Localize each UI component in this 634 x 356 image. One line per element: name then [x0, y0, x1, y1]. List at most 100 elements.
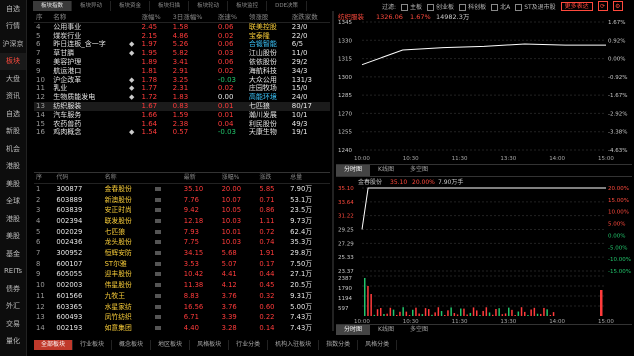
- nav-item-5[interactable]: 资讯: [0, 88, 26, 106]
- stock-col-3[interactable]: [152, 174, 169, 184]
- chart1-ytick: 1300: [338, 75, 352, 81]
- stock-row[interactable]: 1 300877 金春股份 35.10 20.00 5.85 7.90万: [34, 183, 330, 194]
- stock-row[interactable]: 2 603889 新澳股份 7.76 10.07 0.71 53.1万: [34, 195, 330, 206]
- nav-item-8[interactable]: 机会: [0, 140, 26, 158]
- filter-star[interactable]: 科创板: [459, 2, 486, 11]
- subtabs1-tab-1[interactable]: K线图: [370, 165, 402, 176]
- sector-row[interactable]: 9 航运港口 1.81 2.91 0.02 海航科技 34/3: [34, 67, 330, 76]
- stock-row[interactable]: 13 600493 凤竹纺织 6.71 3.39 0.22 7.43万: [34, 312, 330, 323]
- stock-row[interactable]: 4 002394 联发股份 12.18 10.03 1.11 9.73万: [34, 216, 330, 227]
- chart2-ytick: 29.25: [338, 228, 354, 234]
- nav-item-17[interactable]: 外汇: [0, 298, 26, 316]
- sector-col-1[interactable]: 名称: [51, 13, 127, 23]
- sector-row[interactable]: 12 生物质能发电 ◆ 1.72 1.83 0.00 高能环境 24/0: [34, 93, 330, 102]
- bottom-tab-4[interactable]: 风格板块: [190, 340, 230, 350]
- stock-row[interactable]: 7 300952 恒辉安防 34.15 5.68 1.91 29.8万: [34, 248, 330, 259]
- stock-row[interactable]: 9 605055 迎丰股份 10.42 4.41 0.44 27.1万: [34, 269, 330, 280]
- sector-col-4[interactable]: 3日涨幅%: [170, 13, 216, 23]
- sector-row[interactable]: 6 昨日连板_含一字 ◆ 1.97 5.26 0.06 合锻智能 6/5: [34, 40, 330, 49]
- bottom-tab-5[interactable]: 行业分类: [229, 340, 269, 350]
- filter-st[interactable]: ST及退市股: [515, 2, 556, 11]
- nav-item-12[interactable]: 港股: [0, 210, 26, 228]
- stock-pct: 10.01: [221, 227, 242, 236]
- top-tab-5[interactable]: 板块监控: [228, 1, 268, 11]
- stock-row[interactable]: 10 002003 伟星股份 11.38 4.12 0.45 20.5万: [34, 280, 330, 291]
- nav-item-7[interactable]: 新股: [0, 123, 26, 141]
- sector-row[interactable]: 11 乳业 ◆ 1.77 2.31 0.02 庄园牧场 15/0: [34, 84, 330, 93]
- nav-item-0[interactable]: 自选: [0, 0, 26, 18]
- refresh-icon[interactable]: ⟳: [597, 1, 608, 11]
- nav-item-6[interactable]: 自选: [0, 105, 26, 123]
- bottom-tab-7[interactable]: 指数分类: [319, 340, 359, 350]
- stock-row[interactable]: 14 002193 如意集团 4.40 3.28 0.14 7.43万: [34, 323, 330, 334]
- sector-col-0[interactable]: 序: [34, 13, 52, 23]
- bottom-tab-8[interactable]: 风格分类: [358, 340, 398, 350]
- nav-item-13[interactable]: 美股: [0, 228, 26, 246]
- nav-item-14[interactable]: 基金: [0, 245, 26, 263]
- more-button[interactable]: 更多表达: [560, 1, 593, 11]
- nav-item-18[interactable]: 交易: [0, 315, 26, 333]
- stock-row[interactable]: 3 603839 安正时尚 9.42 10.05 0.86 23.5万: [34, 205, 330, 216]
- top-tab-6[interactable]: DDE决策: [267, 1, 308, 11]
- filter-bj[interactable]: 北A: [491, 2, 510, 11]
- sector-col-2[interactable]: [126, 13, 140, 23]
- stock-col-2[interactable]: 名称: [102, 174, 153, 184]
- stock-col-8[interactable]: 涨跌: [257, 174, 289, 184]
- filter-main[interactable]: 主板: [401, 2, 422, 11]
- nav-item-9[interactable]: 港股: [0, 158, 26, 176]
- chart2-vol-bar: [386, 313, 388, 316]
- top-tab-4[interactable]: 板块轮动: [189, 1, 229, 11]
- stock-row[interactable]: 11 601566 九牧王 8.83 3.76 0.32 9.31万: [34, 291, 330, 302]
- filter-gem[interactable]: 创业板: [427, 2, 454, 11]
- nav-item-16[interactable]: 债券: [0, 280, 26, 298]
- bottom-tab-1[interactable]: 行业板块: [73, 340, 113, 350]
- stock-col-0[interactable]: 序: [34, 174, 55, 184]
- sector-updown: 22/0: [291, 31, 308, 40]
- stock-change: 0.86: [259, 206, 275, 215]
- stock-col-7[interactable]: 涨幅%: [219, 174, 258, 184]
- sector-row[interactable]: 7 草甘膦 ◆ 1.95 5.82 0.03 江山股份 11/0: [34, 49, 330, 58]
- nav-item-2[interactable]: 沪深京: [0, 35, 26, 53]
- sector-row[interactable]: 10 沪企改革 ◆ 1.78 3.25 -0.03 大众公用 131/3: [34, 76, 330, 85]
- stock-row[interactable]: 12 603365 水星家纺 16.56 3.76 0.60 5.00万: [34, 302, 330, 313]
- sector-col-7[interactable]: 涨跌家数: [289, 13, 330, 23]
- stock-col-6[interactable]: 最新: [181, 174, 220, 184]
- stock-col-1[interactable]: 代码: [54, 174, 103, 184]
- nav-item-1[interactable]: 行情: [0, 18, 26, 36]
- top-tab-1[interactable]: 板块异动: [72, 1, 112, 11]
- top-tab-0[interactable]: 板块指数: [33, 1, 73, 11]
- sector-row[interactable]: 8 美容护理 1.89 3.41 0.06 依依股份 29/2: [34, 58, 330, 67]
- sector-speed: 0.06: [217, 22, 234, 31]
- stock-col-9[interactable]: 总量: [288, 174, 330, 184]
- sector-row[interactable]: 14 汽车服务 1.66 1.59 0.01 瀚川发展 10/1: [34, 111, 330, 120]
- bottom-tab-0[interactable]: 全部板块: [34, 340, 74, 350]
- stock-row[interactable]: 5 002029 七匹狼 7.93 10.01 0.72 62.4万: [34, 227, 330, 238]
- sector-3d: 2.91: [172, 66, 189, 75]
- top-tab-2[interactable]: 板块资金: [111, 1, 151, 11]
- stock-row[interactable]: 6 002436 龙头股份 7.75 10.03 0.74 35.3万: [34, 237, 330, 248]
- nav-item-10[interactable]: 美股: [0, 175, 26, 193]
- bottom-tab-6[interactable]: 机构入驻板块: [268, 340, 320, 350]
- nav-item-15[interactable]: REITs: [0, 263, 26, 281]
- subtabs1-tab-2[interactable]: 多空图: [402, 165, 436, 176]
- sector-row[interactable]: 13 纺织服装 1.67 0.83 0.01 七匹狼 80/17: [34, 101, 330, 111]
- sector-col-3[interactable]: 涨幅%: [139, 13, 171, 23]
- subtabs2-tab-0[interactable]: 分时图: [336, 325, 371, 335]
- nav-item-19[interactable]: 量化: [0, 333, 26, 351]
- subtabs2-tab-1[interactable]: K线图: [370, 325, 402, 335]
- sector-col-5[interactable]: 涨速%: [215, 13, 247, 23]
- subtabs1-tab-0[interactable]: 分时图: [336, 165, 371, 176]
- sector-row[interactable]: 16 鸡肉概念 ◆ 1.54 0.57 -0.03 天康生物 19/1: [34, 128, 330, 137]
- sector-col-6[interactable]: 领涨股: [246, 13, 290, 23]
- bottom-tab-2[interactable]: 概念板块: [112, 340, 152, 350]
- nav-item-4[interactable]: 大盘: [0, 70, 26, 88]
- stock-volume: 9.31万: [290, 291, 313, 300]
- bottom-tab-3[interactable]: 地区板块: [151, 340, 191, 350]
- nav-item-11[interactable]: 全球: [0, 193, 26, 211]
- sector-row[interactable]: 4 公用事业 2.45 1.58 0.06 联美控股 23/0: [34, 22, 330, 31]
- top-tab-3[interactable]: 板块扫描: [150, 1, 190, 11]
- subtabs2-tab-2[interactable]: 多空图: [402, 325, 436, 335]
- settings-icon[interactable]: ⚙: [612, 1, 623, 11]
- nav-item-3[interactable]: 板块: [0, 52, 26, 70]
- stock-row[interactable]: 8 600107 ST尔雅 3.53 5.07 0.17 7.50万: [34, 259, 330, 270]
